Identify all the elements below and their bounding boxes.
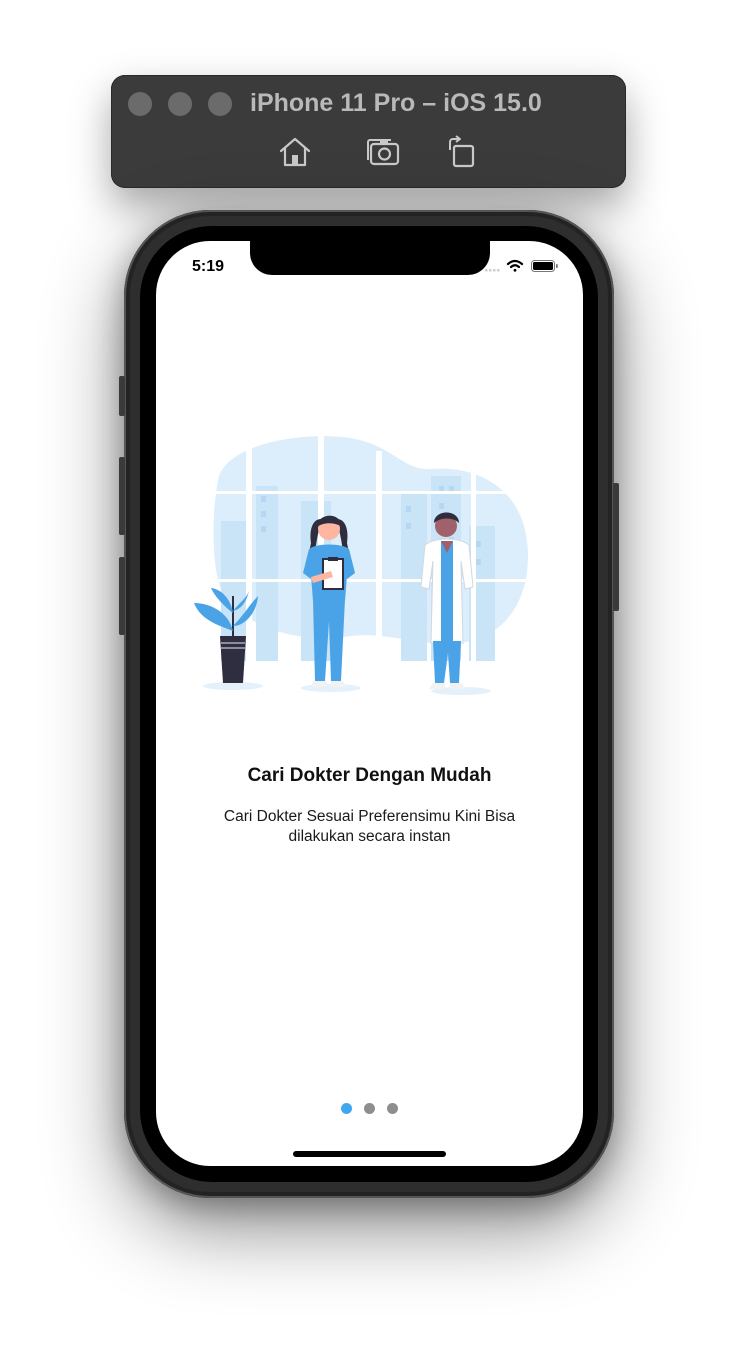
rotate-icon[interactable] bbox=[444, 134, 480, 170]
wifi-icon bbox=[506, 259, 524, 272]
screenshot-icon[interactable] bbox=[365, 134, 401, 170]
volume-down-button[interactable] bbox=[119, 557, 125, 635]
page-dot-3[interactable] bbox=[387, 1103, 398, 1114]
home-indicator[interactable] bbox=[293, 1151, 446, 1157]
status-time: 5:19 bbox=[192, 258, 225, 275]
minimize-window-button[interactable] bbox=[168, 92, 192, 116]
side-button[interactable] bbox=[613, 483, 619, 611]
page-dot-2[interactable] bbox=[364, 1103, 375, 1114]
volume-up-button[interactable] bbox=[119, 457, 125, 535]
home-icon[interactable] bbox=[277, 134, 313, 170]
silent-switch[interactable] bbox=[119, 376, 125, 416]
window-title: iPhone 11 Pro – iOS 15.0 bbox=[250, 89, 542, 117]
notch bbox=[250, 241, 490, 275]
onboarding-title: Cari Dokter Dengan Mudah bbox=[247, 765, 492, 786]
page-indicator[interactable] bbox=[156, 1103, 583, 1114]
zoom-window-button[interactable] bbox=[208, 92, 232, 116]
page-dot-1[interactable] bbox=[341, 1103, 352, 1114]
status-icons bbox=[485, 259, 565, 273]
doctors-illustration bbox=[191, 431, 551, 701]
close-window-button[interactable] bbox=[128, 92, 152, 116]
onboarding-subtitle: Cari Dokter Sesuai Preferensimu Kini Bis… bbox=[223, 808, 516, 845]
device-screen: 5:19 Cari Dokter Dengan Mudah Cari Dokte… bbox=[156, 241, 583, 1166]
signal-icon bbox=[485, 269, 500, 272]
battery-icon bbox=[531, 260, 558, 272]
